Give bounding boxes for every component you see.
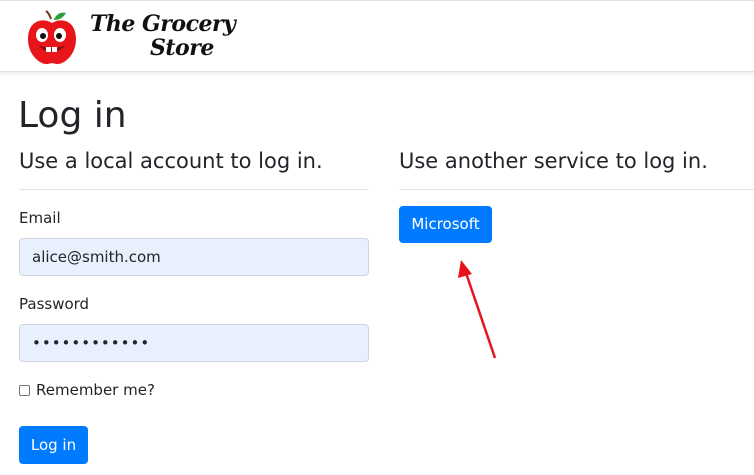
navbar: The Grocery Store: [0, 0, 754, 72]
password-field[interactable]: ••••••••••••: [19, 324, 369, 362]
microsoft-login-button[interactable]: Microsoft: [399, 206, 492, 243]
annotation-arrow-icon: [458, 260, 497, 359]
remember-me[interactable]: Remember me?: [19, 381, 155, 399]
login-button[interactable]: Log in: [19, 426, 88, 464]
password-label: Password: [19, 295, 90, 313]
local-divider: [19, 189, 369, 190]
remember-me-checkbox[interactable]: [19, 384, 30, 396]
brand-name-line2[interactable]: Store: [150, 35, 214, 61]
page-title: Log in: [18, 95, 127, 136]
external-divider: [399, 189, 754, 190]
external-login-heading: Use another service to log in.: [399, 149, 708, 173]
apple-logo-icon[interactable]: [24, 9, 80, 67]
brand-name-line1[interactable]: The Grocery: [90, 11, 236, 37]
remember-me-label: Remember me?: [36, 381, 155, 399]
email-field[interactable]: alice@smith.com: [19, 238, 369, 276]
local-account-heading: Use a local account to log in.: [19, 149, 323, 173]
email-label: Email: [19, 209, 61, 227]
